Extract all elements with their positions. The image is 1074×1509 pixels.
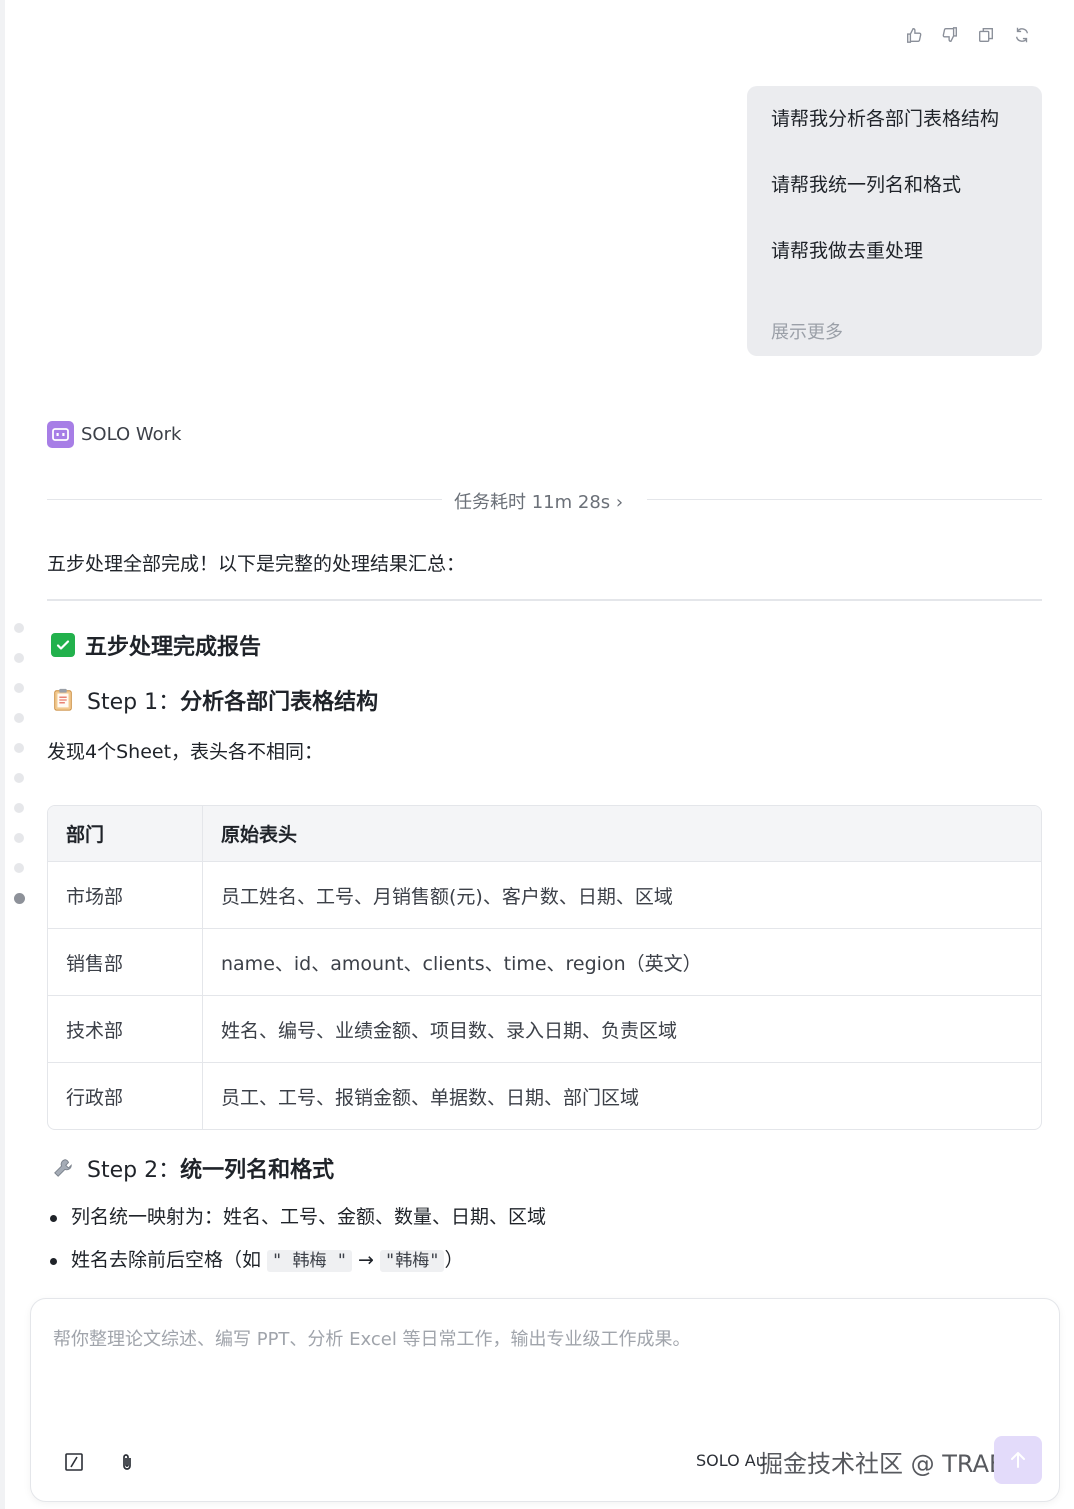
table-header-cell: 部门 (48, 806, 203, 861)
inline-code: "韩梅" (380, 1250, 445, 1272)
sidebar-edge (0, 0, 5, 1509)
divider-line (47, 499, 442, 500)
bullet-text: 姓名去除前后空格（如 (71, 1249, 268, 1271)
outline-navigator (14, 623, 26, 924)
outline-dot-active[interactable] (14, 893, 25, 904)
table-cell: name、id、amount、clients、time、region（英文） (221, 952, 702, 975)
command-icon[interactable] (61, 1449, 87, 1475)
table-cell: 姓名、编号、业绩金额、项目数、录入日期、负责区域 (221, 1019, 678, 1042)
message-composer: SOLO Au 掘金技术社区 @ TRAE_ai (30, 1298, 1060, 1502)
send-button[interactable] (994, 1436, 1042, 1484)
attachment-icon[interactable] (114, 1449, 140, 1475)
agent-mode-selector[interactable]: SOLO Au (696, 1451, 766, 1470)
table-row: 行政部 员工、工号、报销金额、单据数、日期、部门区域 (48, 1062, 1041, 1129)
refresh-icon[interactable] (1012, 24, 1032, 46)
report-heading: 五步处理完成报告 (51, 629, 261, 661)
task-duration-toggle[interactable]: 任务耗时 11m 28s › (454, 488, 623, 514)
user-message-line: 请帮我做去重处理 (771, 240, 924, 262)
list-item: 列名统一映射为：姓名、工号、金额、数量、日期、区域 (47, 1203, 546, 1246)
step2-bullet-list: 列名统一映射为：姓名、工号、金额、数量、日期、区域 姓名去除前后空格（如 " 韩… (47, 1203, 546, 1289)
thumbs-up-icon[interactable] (904, 24, 924, 46)
table-cell: 员工姓名、工号、月销售额(元)、客户数、日期、区域 (221, 885, 673, 908)
response-intro: 五步处理全部完成！以下是完整的处理结果汇总： (47, 553, 466, 575)
thumbs-down-icon[interactable] (940, 24, 960, 46)
report-title: 五步处理完成报告 (85, 635, 262, 660)
table-row: 技术部 姓名、编号、业绩金额、项目数、录入日期、负责区域 (48, 995, 1041, 1062)
step1-prefix: Step 1： (87, 690, 181, 715)
step2-prefix: Step 2： (87, 1158, 181, 1183)
agent-name: SOLO Work (81, 424, 182, 445)
clipboard-icon (51, 687, 75, 713)
outline-dot[interactable] (14, 863, 24, 873)
table-header-row: 部门 原始表头 (48, 806, 1041, 861)
arrow-text: → (352, 1249, 380, 1271)
list-item: 姓名去除前后空格（如 " 韩梅 " → "韩梅"） (47, 1246, 546, 1289)
wrench-icon (51, 1155, 75, 1181)
show-more-link[interactable]: 展示更多 (771, 318, 843, 344)
horizontal-rule (47, 599, 1042, 601)
feedback-toolbar (904, 24, 1032, 46)
user-message-line: 请帮我统一列名和格式 (771, 174, 962, 196)
step2-heading: Step 2：统一列名和格式 (51, 1152, 334, 1184)
outline-dot[interactable] (14, 833, 24, 843)
arrow-up-icon (1011, 1452, 1025, 1468)
agent-header: SOLO Work (47, 421, 181, 448)
divider-line (647, 499, 1042, 500)
step2-title: 统一列名和格式 (180, 1158, 335, 1183)
outline-dot[interactable] (14, 683, 24, 693)
outline-dot[interactable] (14, 773, 24, 783)
task-duration-text: 任务耗时 11m 28s (454, 492, 611, 513)
message-input[interactable] (53, 1325, 1013, 1415)
task-duration-divider: 任务耗时 11m 28s › (47, 488, 1042, 514)
inline-code: " 韩梅 " (267, 1250, 352, 1272)
table-row: 市场部 员工姓名、工号、月销售额(元)、客户数、日期、区域 (48, 861, 1041, 928)
user-message-bubble: 请帮我分析各部门表格结构 请帮我统一列名和格式 请帮我做去重处理 展示更多 (747, 86, 1042, 356)
outline-dot[interactable] (14, 623, 24, 633)
solo-work-logo-icon (47, 421, 74, 448)
step1-description: 发现4个Sheet，表头各不相同： (47, 741, 324, 763)
outline-dot[interactable] (14, 803, 24, 813)
table-row: 销售部 name、id、amount、clients、time、region（英… (48, 928, 1041, 995)
table-cell: 行政部 (48, 1063, 203, 1129)
table-cell: 销售部 (48, 929, 203, 995)
table-cell: 员工、工号、报销金额、单据数、日期、部门区域 (221, 1086, 640, 1109)
copy-icon[interactable] (976, 24, 996, 46)
step1-title: 分析各部门表格结构 (180, 690, 379, 715)
outline-dot[interactable] (14, 713, 24, 723)
table-cell: 技术部 (48, 996, 203, 1062)
bullet-text: ） (444, 1249, 464, 1271)
department-headers-table: 部门 原始表头 市场部 员工姓名、工号、月销售额(元)、客户数、日期、区域 销售… (47, 805, 1042, 1130)
step1-heading: Step 1：分析各部门表格结构 (51, 684, 378, 716)
outline-dot[interactable] (14, 743, 24, 753)
outline-dot[interactable] (14, 653, 24, 663)
check-mark-icon (51, 633, 75, 657)
chevron-right-icon: › (615, 492, 624, 513)
table-header-cell: 原始表头 (221, 824, 298, 846)
user-message-line: 请帮我分析各部门表格结构 (771, 108, 1000, 130)
table-cell: 市场部 (48, 862, 203, 928)
